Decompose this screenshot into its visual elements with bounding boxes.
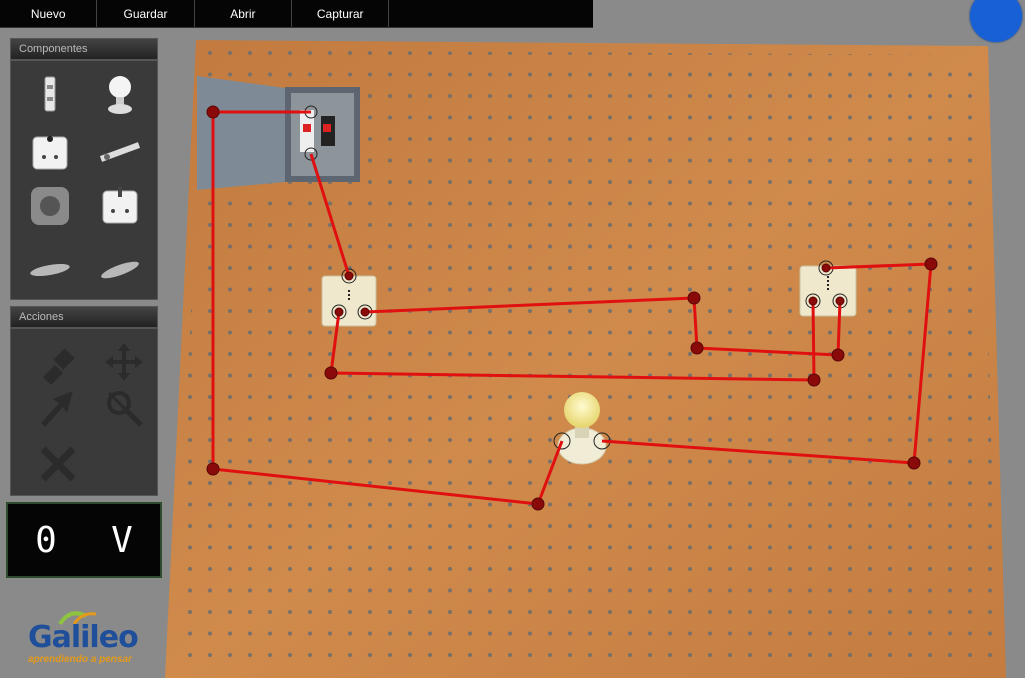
pointer-icon[interactable] — [33, 383, 83, 433]
wire-node[interactable] — [808, 296, 818, 306]
socket-component-icon[interactable] — [25, 181, 75, 231]
wire-node[interactable] — [344, 271, 354, 281]
wire-node[interactable] — [924, 257, 938, 271]
cable-component-icon[interactable] — [95, 245, 145, 295]
resistor-component-icon[interactable] — [95, 127, 145, 177]
wire-node[interactable] — [907, 456, 921, 470]
double-switch-component-icon[interactable] — [95, 181, 145, 231]
wire-node[interactable] — [807, 373, 821, 387]
wire-node[interactable] — [690, 341, 704, 355]
delete-x-icon[interactable] — [33, 439, 83, 489]
logo-word: Galileo — [28, 620, 139, 655]
lamp-component-icon[interactable] — [95, 69, 145, 119]
wire-node[interactable] — [360, 307, 370, 317]
wire-node[interactable] — [324, 366, 338, 380]
wire-node[interactable] — [821, 263, 831, 273]
actions-panel-title: Acciones — [10, 306, 158, 328]
wire-node[interactable] — [531, 497, 545, 511]
components-panel — [10, 60, 158, 300]
plug-icon[interactable] — [33, 337, 83, 387]
switch-right-base — [799, 265, 857, 317]
components-panel-title: Componentes — [10, 38, 158, 60]
single-switch-component-icon[interactable] — [25, 127, 75, 177]
fuse-component-icon[interactable] — [25, 69, 75, 119]
lamp-bulb — [564, 392, 600, 428]
breaker-door — [197, 76, 285, 190]
voltmeter-display: 0 V — [6, 502, 162, 578]
voltmeter-value: 0 — [35, 519, 57, 561]
wire-node[interactable] — [206, 462, 220, 476]
breaker-panel[interactable] — [197, 76, 360, 190]
breaker-lever-right — [323, 124, 331, 132]
breaker-lever-left — [303, 124, 311, 132]
wire-node[interactable] — [206, 105, 220, 119]
voltmeter-unit: V — [111, 519, 133, 561]
logo-tagline: aprendiendo a pensar — [28, 654, 132, 665]
galileo-logo: Galileo aprendiendo a pensar — [26, 606, 146, 670]
magnifier-icon[interactable] — [99, 383, 149, 433]
wire-node[interactable] — [831, 348, 845, 362]
wire-component-icon[interactable] — [25, 245, 75, 295]
wire-node[interactable] — [334, 307, 344, 317]
move-arrows-icon[interactable] — [99, 337, 149, 387]
wire-node[interactable] — [835, 296, 845, 306]
wire-node[interactable] — [687, 291, 701, 305]
actions-panel — [10, 328, 158, 496]
